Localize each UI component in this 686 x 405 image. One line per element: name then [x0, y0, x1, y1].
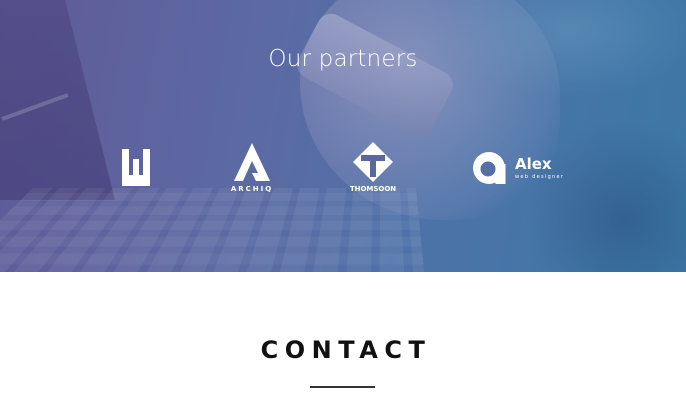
- archiq-logo-icon: [234, 143, 270, 181]
- archiq-wordmark: ARCHIQ: [230, 185, 274, 193]
- alex-logo-icon: [473, 152, 506, 184]
- thomsoon-logo-icon: [353, 142, 393, 182]
- keyboard-shape: [0, 187, 426, 272]
- partners-section: Our partners ARCHIQ THOMSOON Alex web de…: [0, 0, 686, 272]
- partner-logo-castle[interactable]: [120, 147, 152, 192]
- partners-title: Our partners: [268, 46, 418, 72]
- castle-tower-logo-icon: [122, 149, 150, 186]
- contact-section: CONTACT: [0, 272, 686, 405]
- thomsoon-wordmark: THOMSOON: [349, 185, 397, 193]
- partner-logo-archiq[interactable]: ARCHIQ: [228, 141, 276, 195]
- contact-title: CONTACT: [260, 336, 432, 364]
- partner-logo-thomsoon[interactable]: THOMSOON: [349, 141, 397, 195]
- alex-tagline: web designer: [515, 174, 565, 180]
- background-photo: [0, 0, 686, 272]
- alex-wordmark: Alex: [515, 155, 552, 173]
- partner-logo-alex[interactable]: Alex web designer: [472, 150, 572, 186]
- shadow-shape: [526, 120, 686, 272]
- contact-divider: [310, 386, 375, 388]
